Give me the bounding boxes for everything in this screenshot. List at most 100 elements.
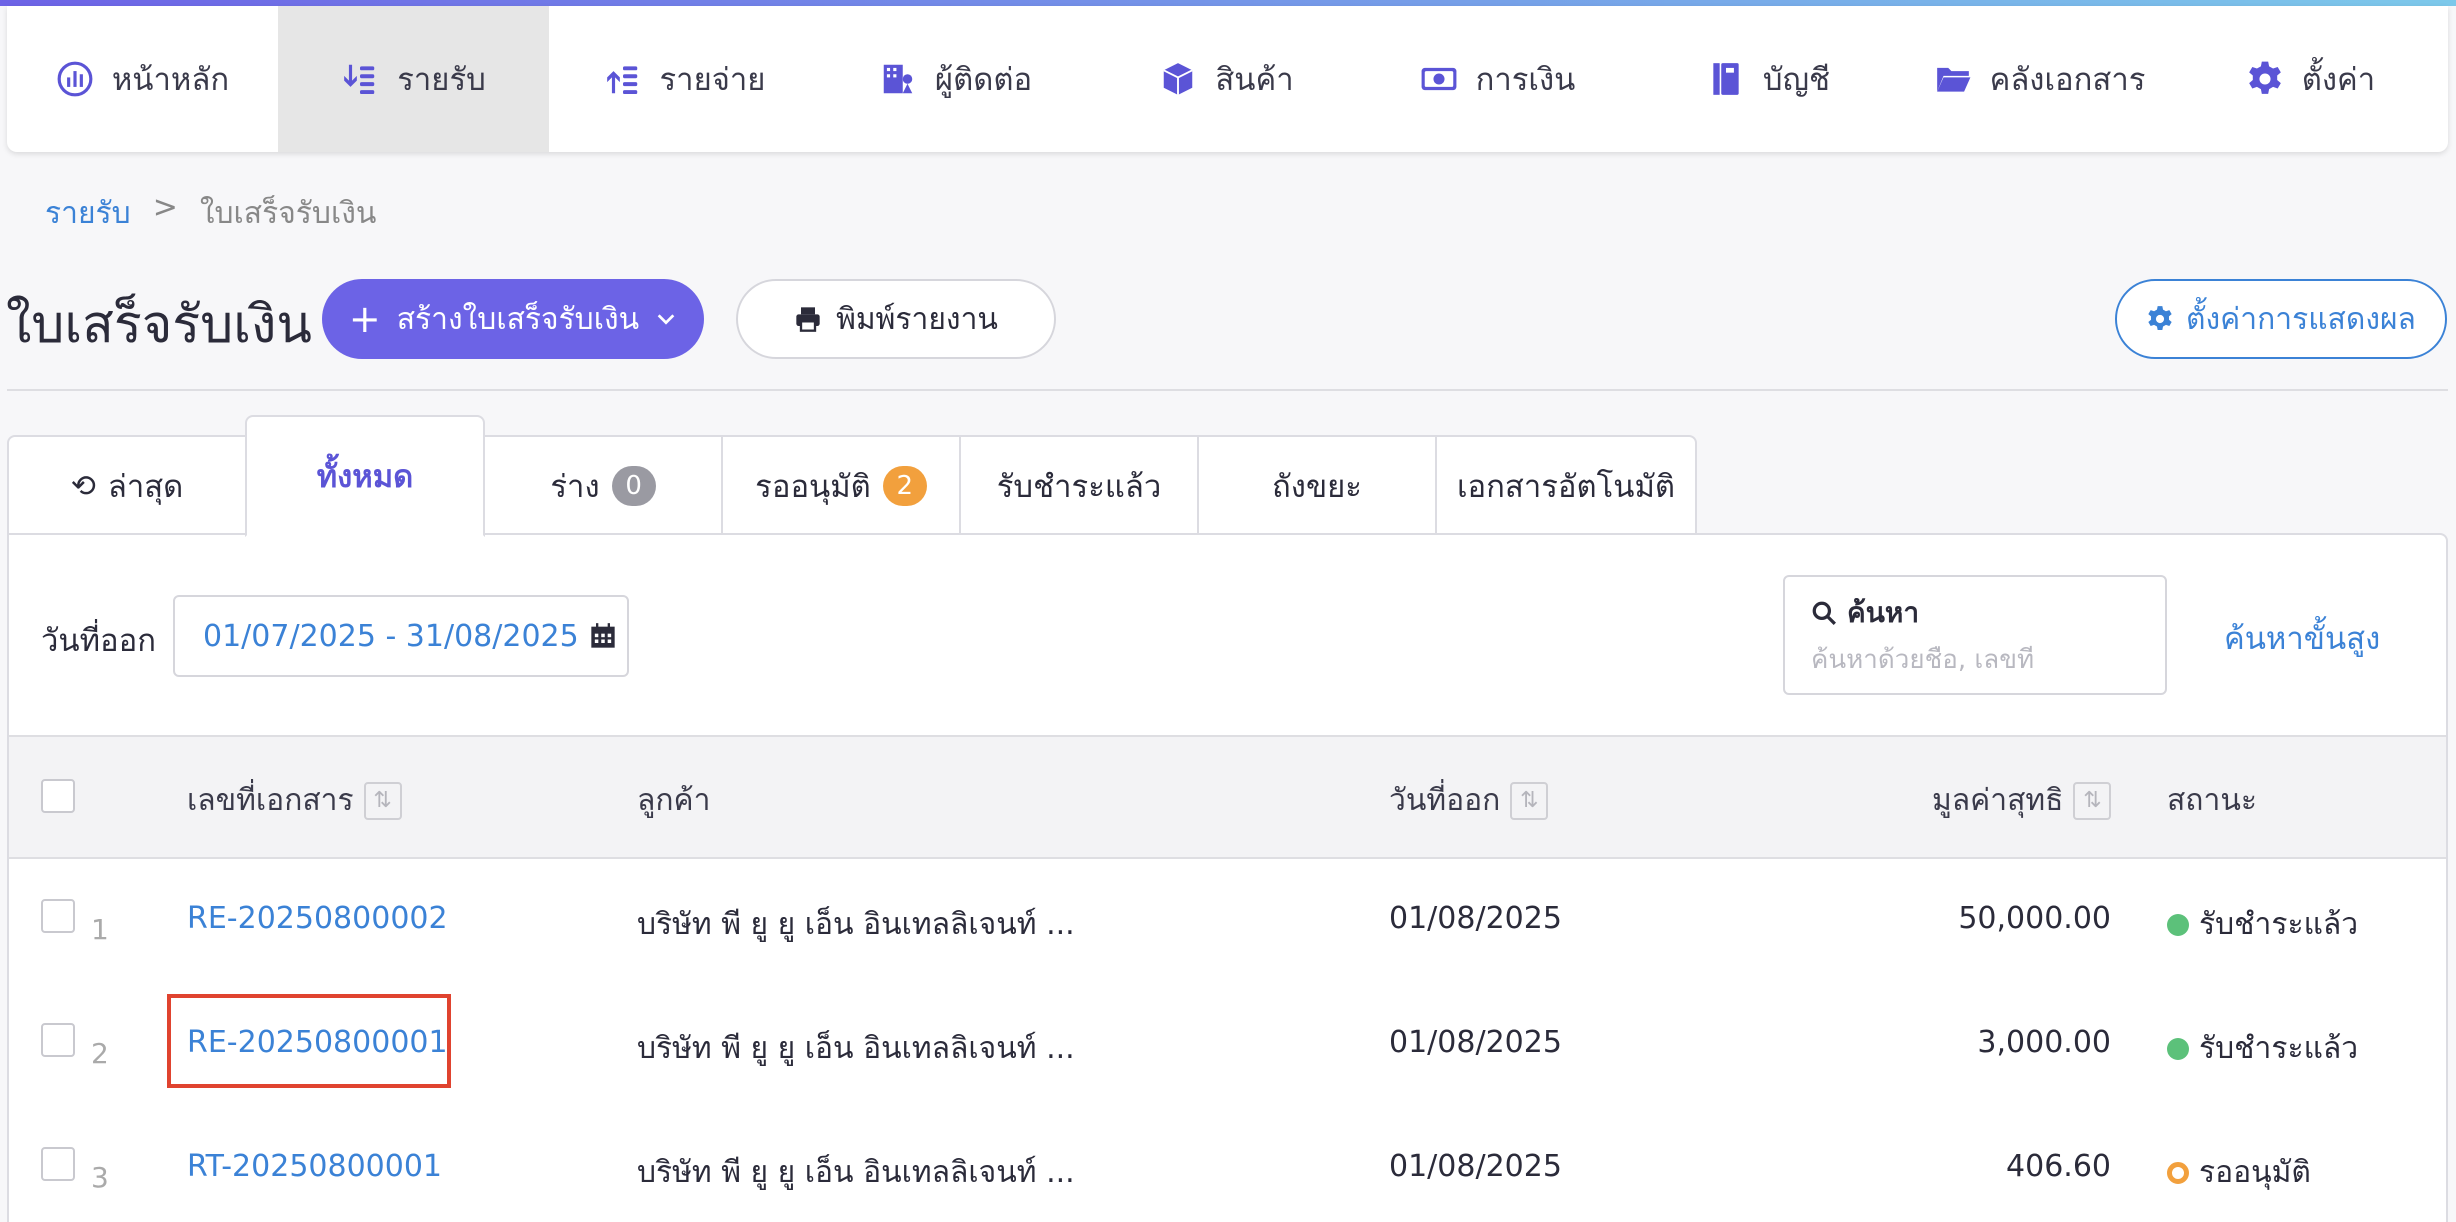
column-header-label: วันที่ออก (1389, 783, 1501, 818)
date-range-picker[interactable]: 01/07/2025 - 31/08/2025 (173, 595, 629, 677)
chevron-down-icon (657, 314, 675, 325)
row-checkbox[interactable] (41, 899, 75, 933)
nav-item-contacts[interactable]: ผู้ติดต่อ (820, 6, 1091, 152)
nav-item-label: ผู้ติดต่อ (934, 62, 1033, 98)
column-header-label: เลขที่เอกสาร (187, 783, 354, 818)
main-nav: หน้าหลัก รายรับ รายจ่าย ผู้ติดต่อ สินค้า… (7, 6, 2448, 152)
nav-item-finance[interactable]: การเงิน (1362, 6, 1633, 152)
gear-icon (2148, 306, 2172, 330)
column-header-label: มูลค่าสุทธิ (1932, 783, 2064, 818)
breadcrumb-current: ใบเสร็จรับเงิน (199, 196, 377, 231)
create-receipt-button[interactable]: + สร้างใบเสร็จรับเงิน (322, 279, 704, 359)
tab-label: ล่าสุด (107, 469, 184, 505)
issue-date: 01/08/2025 (1389, 901, 1562, 936)
nav-item-label: ตั้งค่า (2301, 62, 2376, 98)
expense-icon (606, 66, 637, 95)
column-header-doc-no[interactable]: เลขที่เอกสาร ⇅ (187, 777, 402, 824)
nav-item-home[interactable]: หน้าหลัก (7, 6, 278, 152)
search-box: ค้นหา (1783, 575, 2167, 695)
column-header-label: ลูกค้า (637, 783, 711, 818)
row-number: 1 (91, 913, 109, 946)
calendar-icon (591, 623, 615, 648)
status-badge: รับชำระแล้ว (2167, 1025, 2358, 1072)
display-settings-button[interactable]: ตั้งค่าการแสดงผล (2115, 279, 2447, 359)
print-report-button[interactable]: พิมพ์รายงาน (736, 279, 1056, 359)
dashboard-icon (57, 61, 93, 97)
tab-label: ถังขยะ (1272, 469, 1362, 505)
breadcrumb-parent-link[interactable]: รายรับ (45, 190, 131, 237)
column-header-status: สถานะ (2167, 777, 2257, 824)
search-icon (1812, 601, 1836, 625)
paid-status-dot (2167, 1037, 2189, 1060)
pending-count-badge: 2 (882, 466, 927, 506)
document-number-link[interactable]: RT-20250800001 (187, 1149, 442, 1184)
table-row[interactable]: 1 RE-20250800002 บริษัท พี ยู ยู เอ็น อิ… (9, 859, 2446, 983)
tab-label: รับชำระแล้ว (996, 469, 1162, 505)
draft-count-badge: 0 (611, 466, 656, 506)
sort-icon[interactable]: ⇅ (1510, 781, 1549, 820)
row-number: 2 (91, 1037, 109, 1070)
header-divider (7, 389, 2448, 391)
advanced-search-link[interactable]: ค้นหาขั้นสูง (2224, 613, 2380, 663)
column-header-customer: ลูกค้า (637, 777, 710, 824)
tab-all[interactable]: ทั้งหมด (245, 415, 485, 537)
nav-item-documents[interactable]: คลังเอกสาร (1904, 6, 2175, 152)
tab-automatic-documents[interactable]: เอกสารอัตโนมัติ (1435, 435, 1697, 535)
select-all-checkbox[interactable] (41, 779, 75, 813)
row-checkbox[interactable] (41, 1023, 75, 1057)
display-settings-label: ตั้งค่าการแสดงผล (2186, 301, 2416, 337)
sort-icon[interactable]: ⇅ (2073, 781, 2112, 820)
table-header: เลขที่เอกสาร ⇅ ลูกค้า วันที่ออก ⇅ มูลค่า… (9, 735, 2446, 859)
tab-trash[interactable]: ถังขยะ (1197, 435, 1437, 535)
tab-label: ร่าง (550, 469, 600, 505)
sort-icon[interactable]: ⇅ (363, 781, 402, 820)
page-title: ใบเสร็จรับเงิน (6, 295, 312, 355)
tab-label: ทั้งหมด (316, 459, 414, 495)
search-title-label: ค้นหา (1847, 596, 1920, 629)
search-input[interactable] (1811, 645, 2131, 675)
column-header-amount[interactable]: มูลค่าสุทธิ ⇅ (1932, 777, 2112, 824)
folder-icon (1936, 67, 1970, 92)
create-receipt-label: สร้างใบเสร็จรับเงิน (396, 301, 640, 337)
nav-item-label: รายรับ (397, 62, 486, 98)
nav-item-accounting[interactable]: บัญชี (1633, 6, 1904, 152)
search-title: ค้นหา (1811, 591, 2139, 635)
nav-item-settings[interactable]: ตั้งค่า (2175, 6, 2446, 152)
box-icon (1163, 63, 1194, 95)
table-row[interactable]: 3 RT-20250800001 บริษัท พี ยู ยู เอ็น อิ… (9, 1107, 2446, 1222)
nav-item-label: คลังเอกสาร (1989, 62, 2146, 98)
issue-date: 01/08/2025 (1389, 1149, 1562, 1184)
gear-icon (2248, 61, 2281, 94)
plus-icon: + (348, 297, 381, 341)
date-range-value: 01/07/2025 - 31/08/2025 (203, 618, 579, 654)
nav-item-income[interactable]: รายรับ (278, 6, 549, 152)
column-header-date[interactable]: วันที่ออก ⇅ (1389, 777, 1549, 824)
tab-paid[interactable]: รับชำระแล้ว (959, 435, 1199, 535)
tab-draft[interactable]: ร่าง 0 (483, 435, 723, 535)
history-icon: ⟲ (70, 468, 96, 504)
highlight-box (167, 994, 451, 1088)
net-amount: 406.60 (2006, 1149, 2111, 1184)
nav-item-products[interactable]: สินค้า (1091, 6, 1362, 152)
status-label: รับชำระแล้ว (2199, 1031, 2359, 1066)
status-badge: รออนุมัติ (2167, 1149, 2311, 1196)
ledger-icon (1713, 63, 1739, 95)
status-badge: รับชำระแล้ว (2167, 901, 2358, 948)
document-number-link[interactable]: RE-20250800002 (187, 901, 448, 936)
row-checkbox[interactable] (41, 1147, 75, 1181)
contacts-icon (883, 64, 913, 94)
customer-name: บริษัท พี ยู ยู เอ็น อินเทลลิเจนท์ ... (637, 1155, 1075, 1190)
status-label: รออนุมัติ (2199, 1155, 2311, 1190)
pending-status-dot (2167, 1161, 2189, 1184)
content-panel: วันที่ออก 01/07/2025 - 31/08/2025 ค้นหา … (7, 533, 2448, 1222)
nav-item-label: บัญชี (1762, 62, 1831, 98)
income-icon (344, 64, 375, 95)
nav-item-label: สินค้า (1215, 62, 1294, 98)
tab-recent[interactable]: ⟲ ล่าสุด (7, 435, 247, 535)
print-report-label: พิมพ์รายงาน (836, 301, 998, 337)
status-label: รับชำระแล้ว (2199, 907, 2359, 942)
paid-status-dot (2167, 913, 2189, 936)
tab-pending-approval[interactable]: รออนุมัติ 2 (721, 435, 961, 535)
money-icon (1421, 67, 1457, 91)
nav-item-expense[interactable]: รายจ่าย (549, 6, 820, 152)
